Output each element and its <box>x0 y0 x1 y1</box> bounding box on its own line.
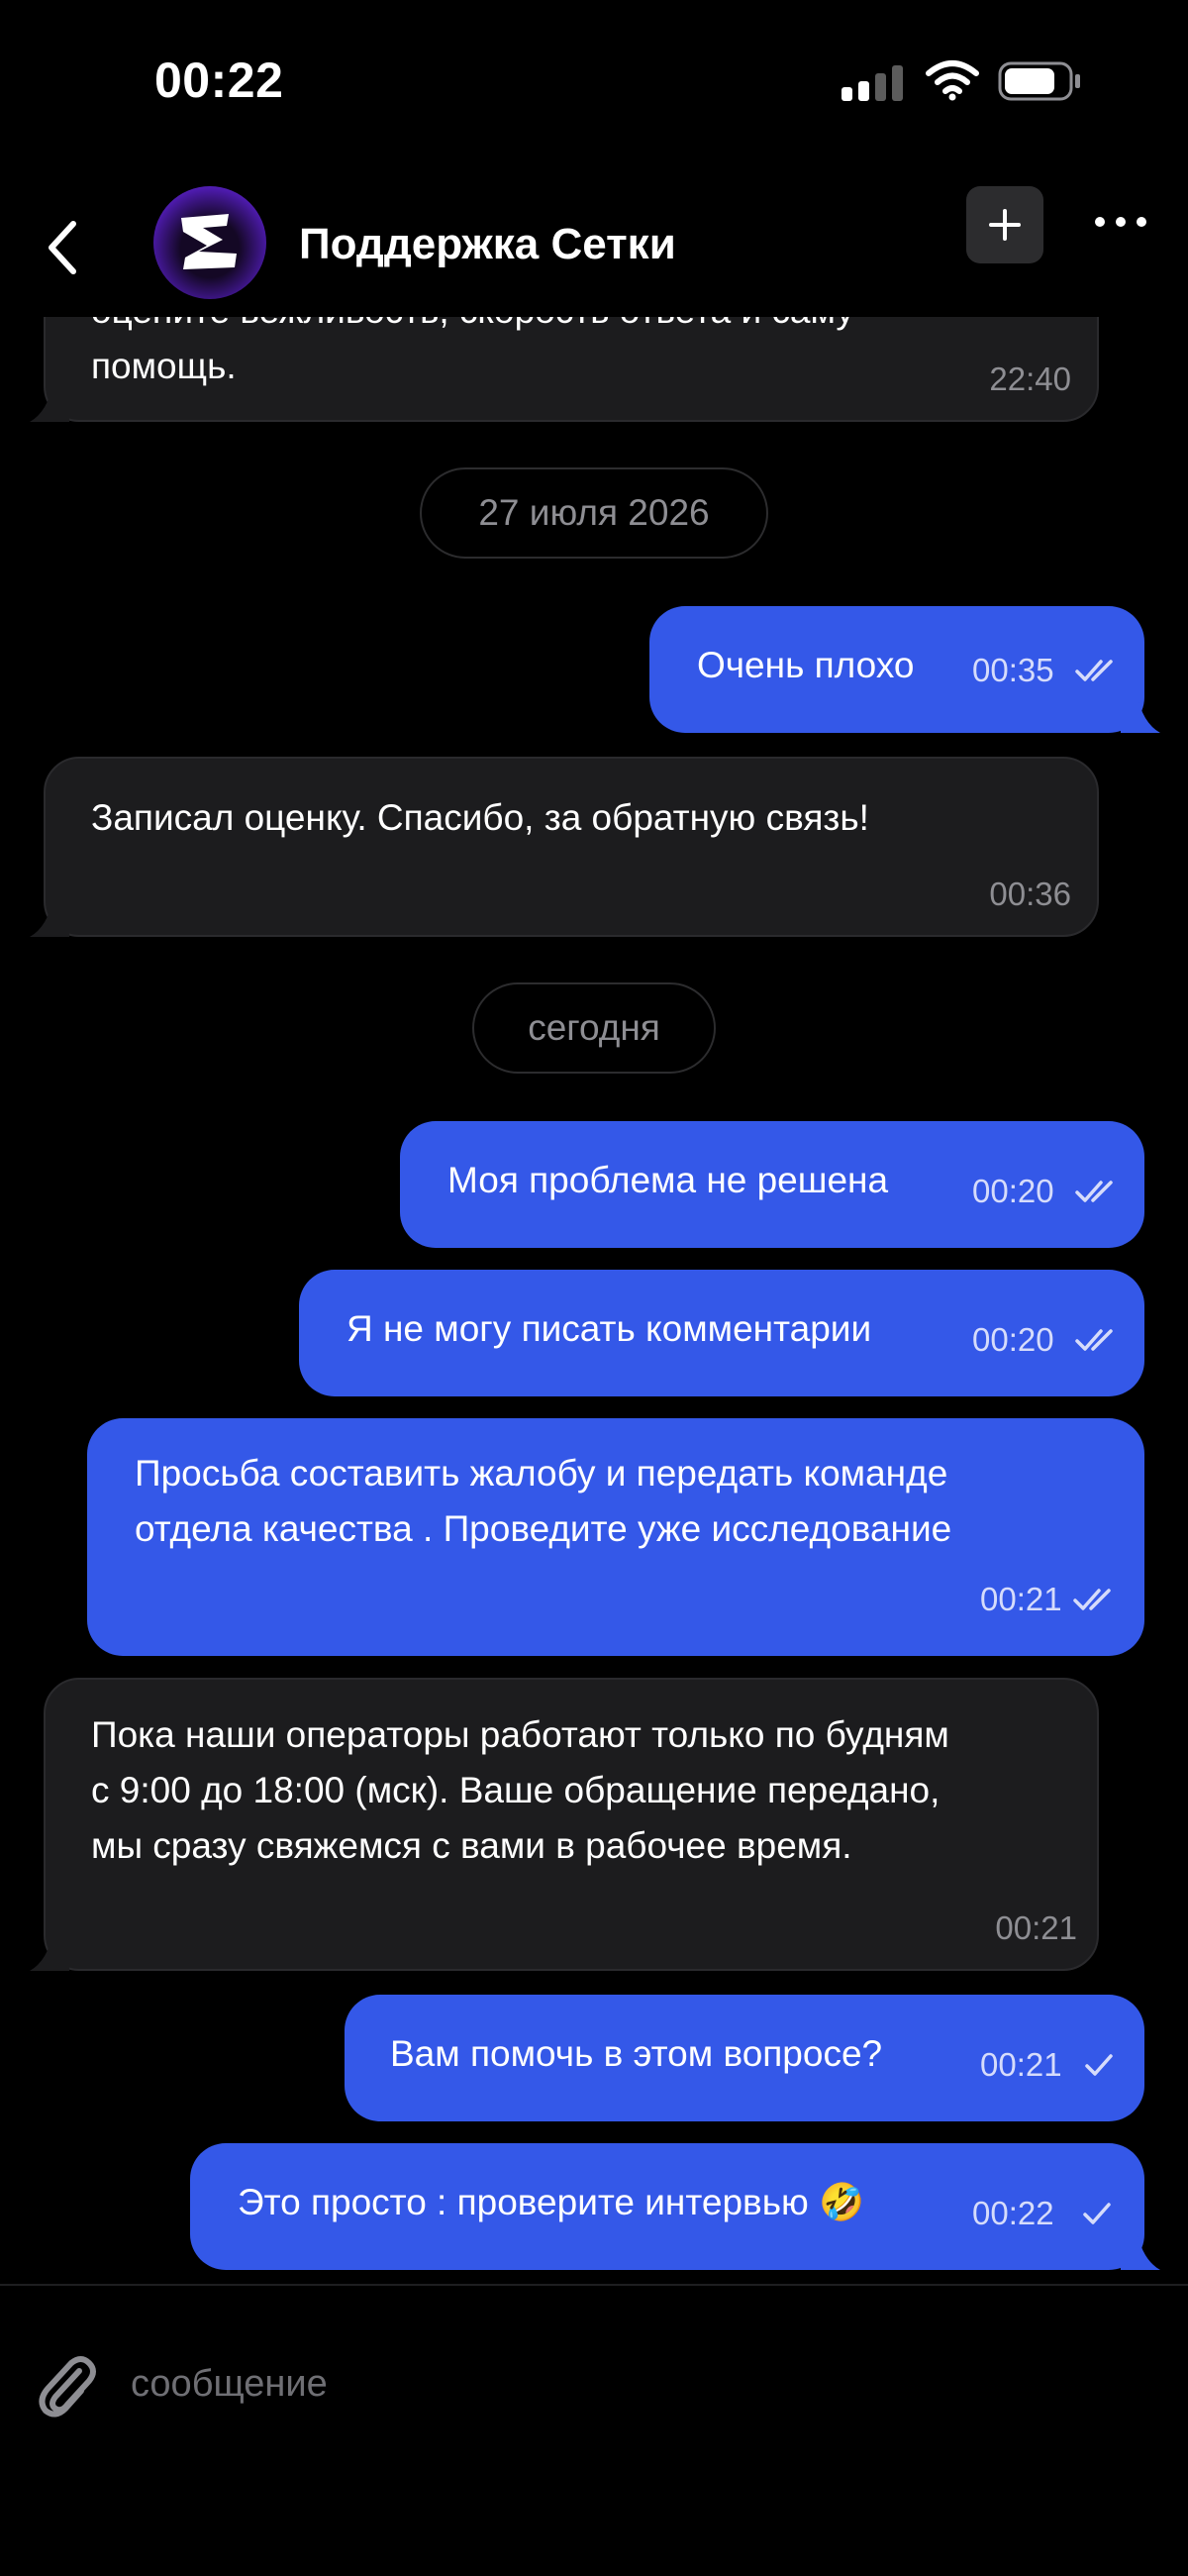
avatar[interactable] <box>153 186 266 299</box>
double-check-icon <box>1075 1329 1113 1351</box>
message-time: 00:21 <box>980 1581 1062 1617</box>
single-check-icon <box>1085 2054 1113 2076</box>
bubble-tail <box>30 382 69 422</box>
bubble-tail <box>30 897 69 937</box>
wifi-icon <box>926 60 979 101</box>
paperclip-icon[interactable] <box>36 2349 97 2419</box>
message-time: 00:20 <box>972 1321 1054 1358</box>
message-time: 00:21 <box>980 2046 1062 2083</box>
message-input[interactable] <box>131 2349 1121 2419</box>
outgoing-message[interactable]: Я не могу писать комментарии 00:20 <box>299 1270 1144 1396</box>
incoming-message[interactable]: оцените вежливость, скорость ответа и са… <box>44 317 1099 422</box>
message-text: Записал оценку. Спасибо, за обратную свя… <box>91 797 869 838</box>
bubble-tail <box>30 1931 69 1971</box>
message-text: мы сразу свяжемся с вами в рабочее время… <box>91 1825 852 1866</box>
date-separator: 27 июля 2026 <box>420 467 768 559</box>
incoming-message[interactable]: Пока наши операторы работают только по б… <box>44 1678 1099 1971</box>
status-time: 00:22 <box>154 52 284 108</box>
single-check-icon <box>1083 2203 1111 2224</box>
message-text: Моя проблема не решена <box>447 1160 889 1200</box>
message-text: Это просто : проверите интервью 🤣 <box>238 2182 865 2222</box>
message-time: 00:20 <box>972 1173 1054 1209</box>
message-text: Я не могу писать комментарии <box>346 1308 872 1349</box>
new-chat-button[interactable] <box>966 186 1043 263</box>
chevron-left-icon[interactable] <box>40 210 89 285</box>
cellular-signal-icon <box>842 63 903 101</box>
setka-logo-icon <box>181 214 237 269</box>
bubble-tail <box>1121 2230 1160 2270</box>
status-bar: 00:22 <box>0 0 1188 158</box>
double-check-icon <box>1075 660 1113 681</box>
outgoing-message[interactable]: Моя проблема не решена 00:20 <box>400 1121 1144 1248</box>
message-text: оцените вежливость, скорость ответа и са… <box>91 317 854 339</box>
message-text: с 9:00 до 18:00 (мск). Ваше обращение пе… <box>91 1770 940 1810</box>
double-check-icon <box>1075 1181 1113 1202</box>
composer-divider <box>0 2284 1188 2286</box>
message-text: Вам помочь в этом вопросе? <box>390 2033 883 2074</box>
outgoing-message[interactable]: Очень плохо 00:35 <box>649 606 1144 733</box>
chat-header: Поддержка Сетки <box>0 178 1188 317</box>
double-check-icon <box>1073 1589 1111 1610</box>
more-options-icon[interactable] <box>1093 212 1148 232</box>
message-text: помощь. <box>91 346 237 386</box>
message-text: Пока наши операторы работают только по б… <box>91 1714 949 1755</box>
chat-title: Поддержка Сетки <box>299 220 676 268</box>
message-time: 22:40 <box>989 361 1071 397</box>
outgoing-message[interactable]: Просьба составить жалобу и передать кома… <box>87 1418 1144 1656</box>
incoming-message[interactable]: Записал оценку. Спасибо, за обратную свя… <box>44 757 1099 937</box>
message-list[interactable]: оцените вежливость, скорость ответа и са… <box>0 317 1188 2286</box>
bubble-tail <box>1121 693 1160 733</box>
battery-icon <box>998 61 1080 101</box>
message-text: Очень плохо <box>697 645 915 685</box>
outgoing-message[interactable]: Вам помочь в этом вопросе? 00:21 <box>345 1995 1144 2121</box>
message-text: отдела качества . Проведите уже исследов… <box>135 1508 952 1549</box>
date-separator: сегодня <box>472 982 716 1074</box>
message-time: 00:21 <box>995 1909 1077 1946</box>
message-time: 00:22 <box>972 2195 1054 2231</box>
message-text: Просьба составить жалобу и передать кома… <box>135 1453 948 1494</box>
outgoing-message[interactable]: Это просто : проверите интервью 🤣 00:22 <box>190 2143 1144 2270</box>
message-time: 00:36 <box>989 876 1071 912</box>
chat-screen: 00:22 Поддержка Сетки помощь. 22:40 27 и… <box>0 0 1188 2576</box>
message-time: 00:35 <box>972 652 1054 688</box>
